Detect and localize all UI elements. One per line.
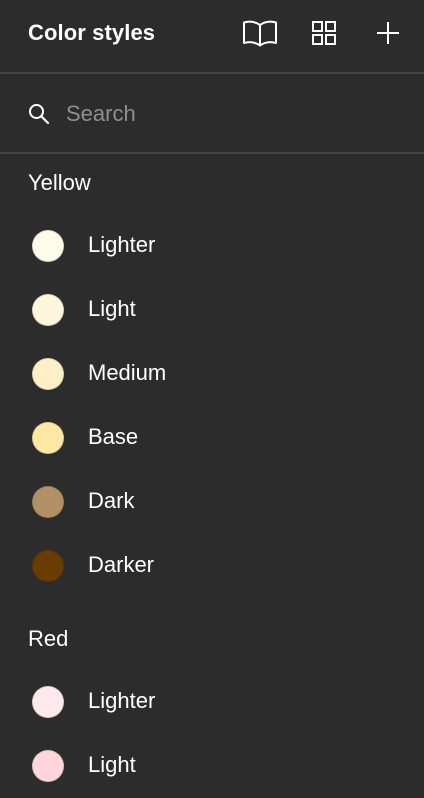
- search-bar: [0, 74, 424, 154]
- group-title-yellow: Yellow: [28, 170, 91, 195]
- grid-icon: [312, 21, 336, 45]
- style-item-yellow-darker[interactable]: Darker: [0, 534, 424, 598]
- style-item-yellow-base[interactable]: Base: [0, 406, 424, 470]
- style-label: Darker: [88, 552, 155, 577]
- color-swatch: [32, 686, 64, 718]
- style-item-yellow-light[interactable]: Light: [0, 278, 424, 342]
- color-swatch: [32, 358, 64, 390]
- style-label: Dark: [88, 488, 135, 513]
- style-label: Light: [88, 752, 136, 777]
- color-swatch: [32, 550, 64, 582]
- style-item-red-lighter[interactable]: Lighter: [0, 670, 424, 734]
- page-title: Color styles: [28, 20, 156, 45]
- search-input[interactable]: [64, 98, 398, 130]
- style-item-yellow-medium[interactable]: Medium: [0, 342, 424, 406]
- add-style-button[interactable]: [368, 16, 408, 50]
- style-label: Light: [88, 296, 136, 321]
- plus-icon: [377, 22, 399, 44]
- library-button[interactable]: [240, 16, 280, 50]
- color-swatch: [32, 230, 64, 262]
- book-open-icon: [243, 20, 277, 47]
- style-label: Medium: [88, 360, 167, 385]
- color-swatch: [32, 294, 64, 326]
- search-icon: [29, 104, 50, 125]
- style-label: Lighter: [88, 688, 156, 713]
- style-item-yellow-lighter[interactable]: Lighter: [0, 214, 424, 278]
- group-title-red: Red: [28, 626, 69, 651]
- color-swatch: [32, 486, 64, 518]
- color-swatch: [32, 422, 64, 454]
- style-label: Base: [88, 424, 139, 449]
- color-swatch: [32, 750, 64, 782]
- grid-view-button[interactable]: [304, 16, 344, 50]
- style-item-red-light[interactable]: Light: [0, 734, 424, 798]
- style-label: Lighter: [88, 232, 156, 257]
- panel-header: Color styles: [0, 0, 424, 74]
- style-item-yellow-dark[interactable]: Dark: [0, 470, 424, 534]
